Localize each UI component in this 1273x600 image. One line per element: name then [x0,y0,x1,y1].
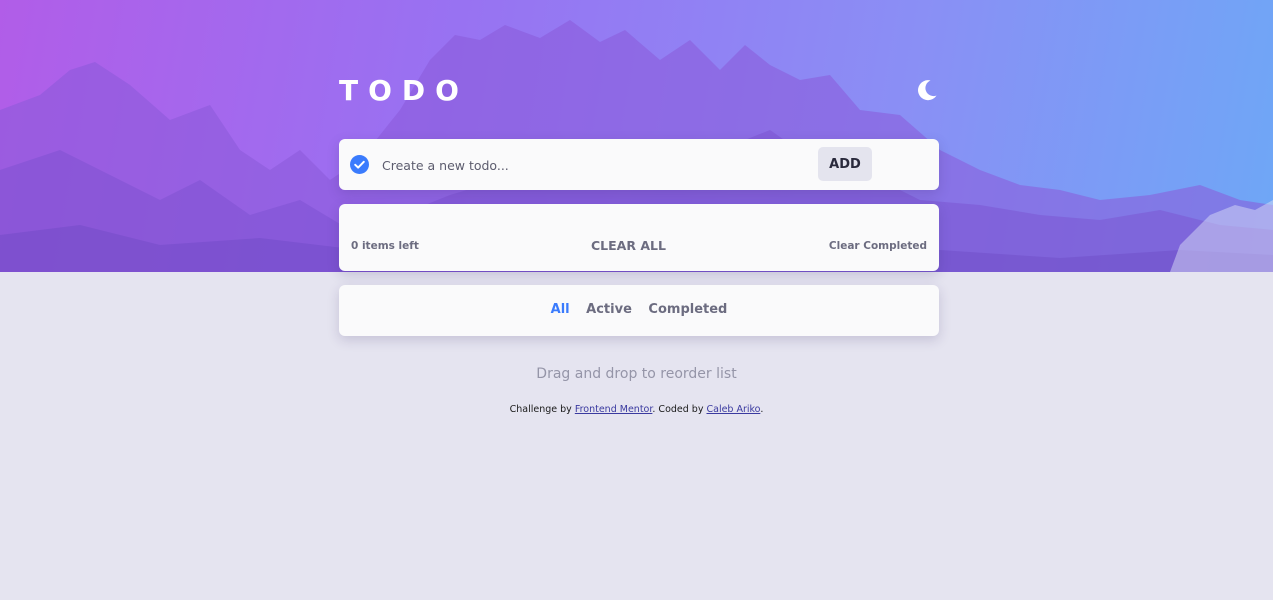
filter-all[interactable]: All [551,302,570,317]
moon-icon[interactable] [915,78,939,102]
filter-active[interactable]: Active [586,302,632,317]
attribution-prefix: Challenge by [509,404,575,415]
clear-all-button[interactable]: CLEAR ALL [591,238,666,253]
add-button[interactable]: ADD [818,147,872,181]
items-left-count: 0 items left [351,240,419,252]
filter-tabs: All Active Completed [339,302,939,317]
frontend-mentor-link[interactable]: Frontend Mentor [575,404,653,415]
attribution: Challenge by Frontend Mentor. Coded by C… [0,404,1273,415]
page-title: TODO [339,74,469,107]
new-todo-input[interactable] [382,153,802,177]
author-link[interactable]: Caleb Ariko [706,404,760,415]
drag-drop-hint: Drag and drop to reorder list [536,366,737,382]
filter-completed[interactable]: Completed [648,302,727,317]
new-todo-form: ADD [339,139,939,190]
attribution-middle: . Coded by [652,404,707,415]
todo-list: 0 items left CLEAR ALL Clear Completed [339,204,939,271]
filter-bar: All Active Completed [339,285,939,336]
clear-completed-button[interactable]: Clear Completed [829,240,927,252]
checkmark-circle-icon[interactable] [350,155,369,174]
attribution-suffix: . [760,404,764,415]
